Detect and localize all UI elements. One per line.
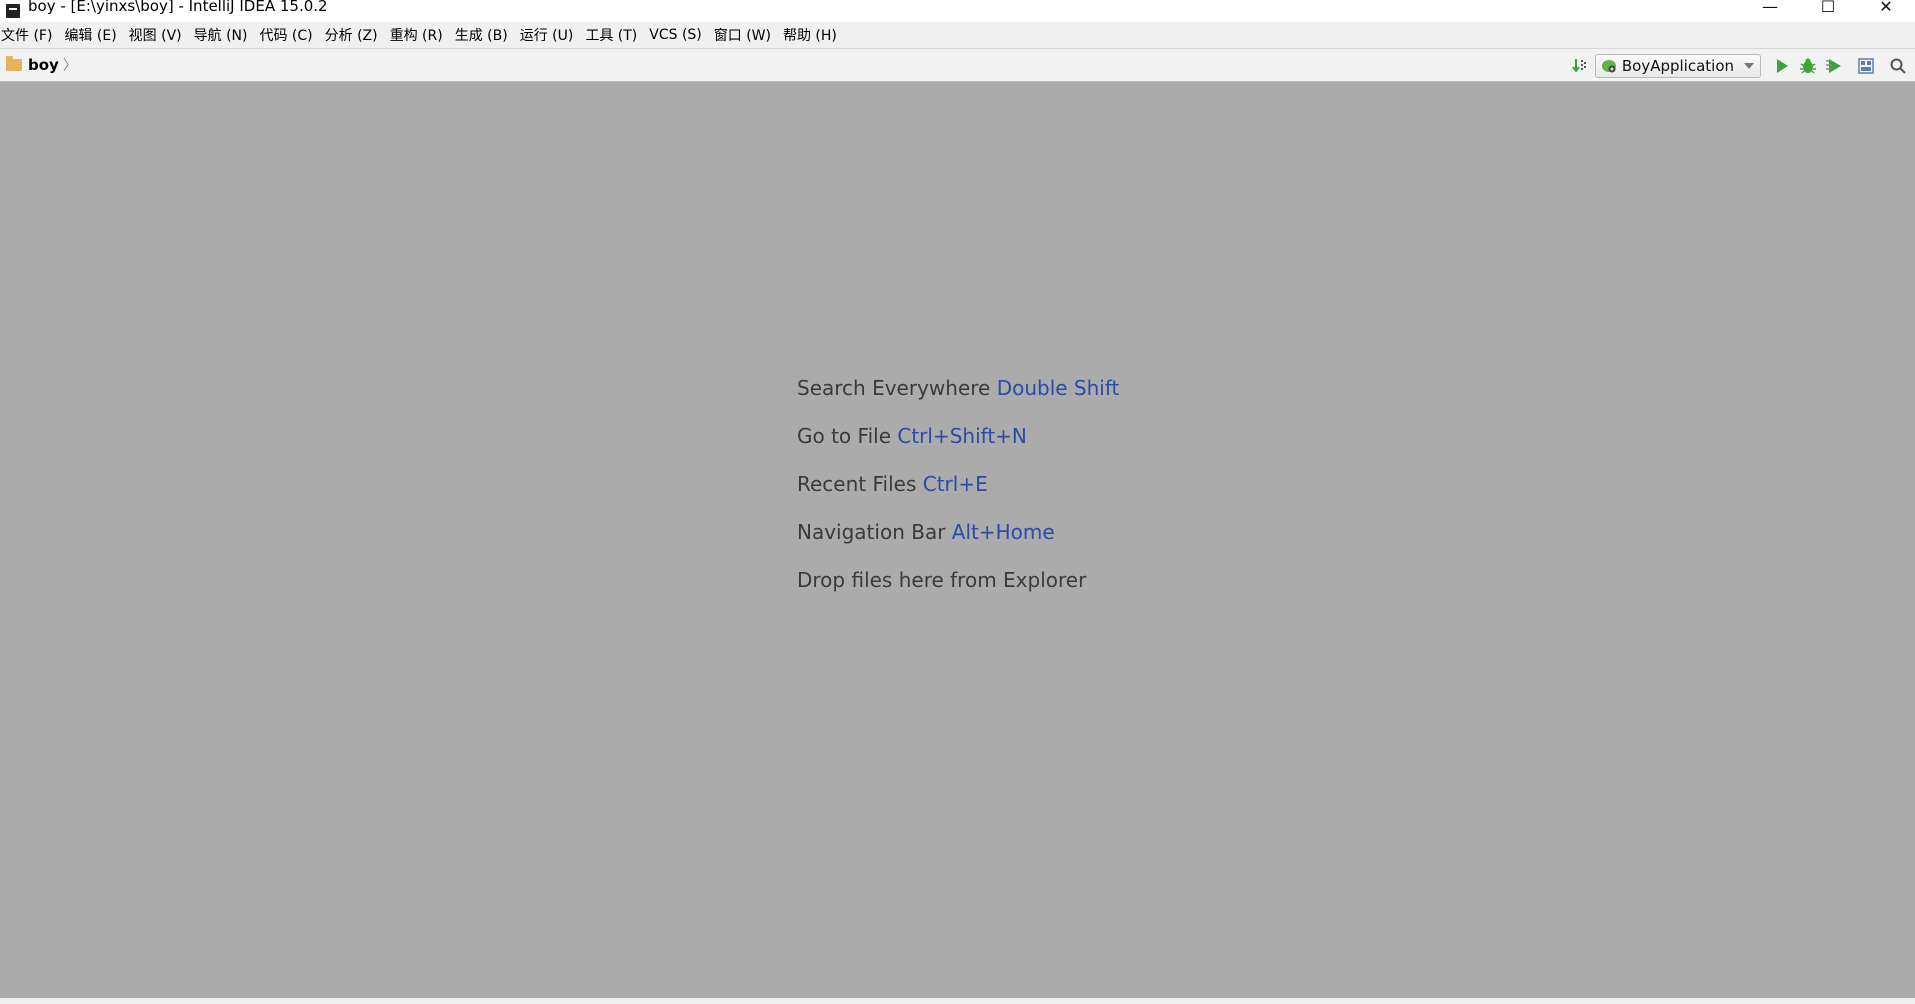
breadcrumb-project[interactable]: boy 〉 <box>6 55 77 75</box>
menu-tools[interactable]: 工具 (T) <box>584 25 643 45</box>
hint-label: Drop files here from Explorer <box>797 568 1087 592</box>
hint-label: Search Everywhere <box>797 376 997 400</box>
hint-shortcut: Ctrl+Shift+N <box>897 424 1027 448</box>
menu-file[interactable]: 文件 (F) <box>0 25 58 45</box>
search-icon[interactable] <box>1885 54 1911 78</box>
menu-build[interactable]: 生成 (B) <box>454 25 514 45</box>
maximize-button[interactable]: ☐ <box>1799 0 1857 17</box>
hint-shortcut: Alt+Home <box>951 520 1055 544</box>
run-configuration-select[interactable]: BoyApplication <box>1594 53 1761 78</box>
menu-help[interactable]: 帮助 (H) <box>782 25 843 45</box>
hint-recent-files: Recent Files Ctrl+E <box>797 472 1119 520</box>
debug-icon[interactable] <box>1795 54 1821 78</box>
run-icon[interactable] <box>1769 54 1795 78</box>
hint-label: Go to File <box>797 424 898 448</box>
breadcrumb-separator: 〉 <box>62 58 77 74</box>
status-bar <box>0 998 1915 1004</box>
hint-shortcut: Double Shift <box>996 376 1120 400</box>
title-bar: boy - [E:\yinxs\boy] - IntelliJ IDEA 15.… <box>0 0 1915 22</box>
editor-empty-area[interactable]: Search Everywhere Double Shift Go to Fil… <box>0 82 1915 998</box>
run-with-coverage-icon[interactable] <box>1821 54 1847 78</box>
project-structure-icon[interactable] <box>1853 54 1879 78</box>
run-toolbar: BoyApplication <box>1567 49 1915 82</box>
menu-view[interactable]: 视图 (V) <box>128 25 188 45</box>
chevron-down-icon <box>1744 62 1754 69</box>
close-button[interactable]: ✕ <box>1857 0 1915 17</box>
hint-label: Navigation Bar <box>797 520 952 544</box>
window-controls: — ☐ ✕ <box>1741 0 1915 22</box>
make-project-icon[interactable] <box>1567 54 1593 78</box>
folder-icon <box>6 56 22 71</box>
editor-hints: Search Everywhere Double Shift Go to Fil… <box>797 376 1119 616</box>
intellij-app-icon <box>6 4 20 18</box>
hint-label: Recent Files <box>797 472 923 496</box>
hint-go-to-file: Go to File Ctrl+Shift+N <box>797 424 1119 472</box>
menu-window[interactable]: 窗口 (W) <box>713 25 777 45</box>
hint-search-everywhere: Search Everywhere Double Shift <box>797 376 1119 424</box>
window-title: boy - [E:\yinxs\boy] - IntelliJ IDEA 15.… <box>28 0 328 15</box>
menu-edit[interactable]: 编辑 (E) <box>63 25 122 45</box>
hint-shortcut: Ctrl+E <box>922 472 988 496</box>
run-configuration-label: BoyApplication <box>1621 56 1734 75</box>
menu-code[interactable]: 代码 (C) <box>258 25 318 45</box>
navigation-bar: boy 〉 BoyApplication <box>0 48 1915 82</box>
menu-bar: 文件 (F) 编辑 (E) 视图 (V) 导航 (N) 代码 (C) 分析 (Z… <box>0 22 1915 48</box>
menu-navigate[interactable]: 导航 (N) <box>193 25 254 45</box>
menu-analyze[interactable]: 分析 (Z) <box>324 25 384 45</box>
menu-refactor[interactable]: 重构 (R) <box>389 25 449 45</box>
menu-run[interactable]: 运行 (U) <box>519 25 580 45</box>
minimize-button[interactable]: — <box>1741 0 1799 17</box>
hint-navigation-bar: Navigation Bar Alt+Home <box>797 520 1119 568</box>
menu-vcs[interactable]: VCS (S) <box>648 27 708 43</box>
breadcrumb-label: boy <box>28 56 59 74</box>
spring-boot-icon <box>1601 59 1616 72</box>
hint-drop-files: Drop files here from Explorer <box>797 568 1119 616</box>
